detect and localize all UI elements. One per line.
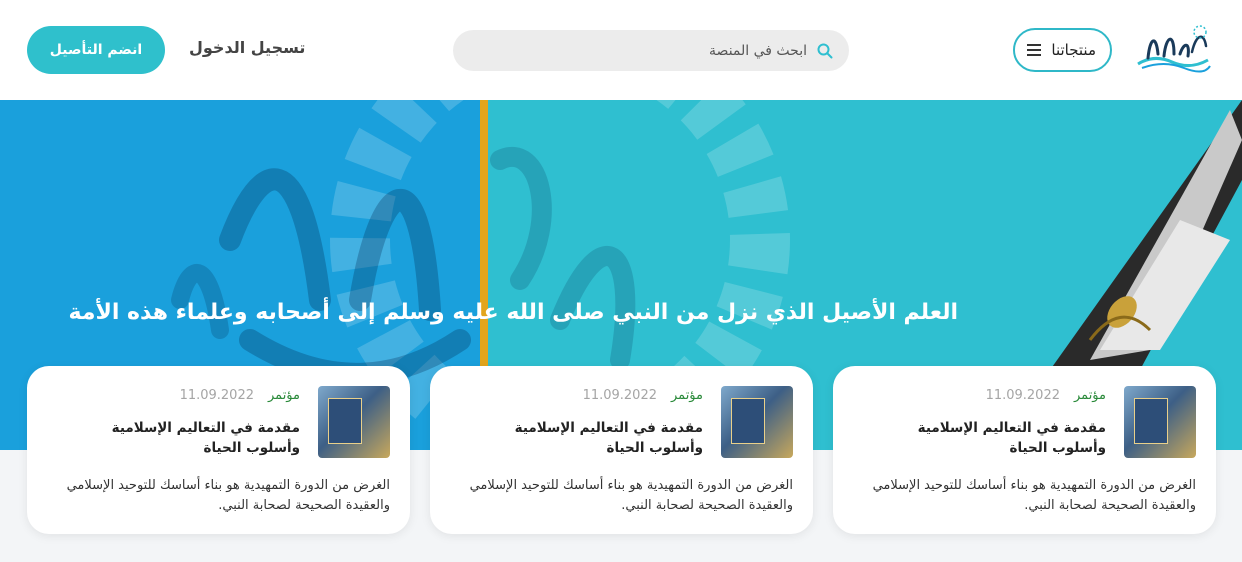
card-title[interactable]: مقدمة في التعاليم الإسلامية وأسلوب الحيا… [60, 418, 300, 458]
book-cover-icon [328, 398, 362, 444]
search-icon[interactable] [817, 43, 833, 59]
course-card[interactable]: مؤتمر 11.09.2022 مقدمة في التعاليم الإسل… [833, 366, 1216, 534]
card-description: الغرض من الدورة التمهيدية هو بناء أساسك … [66, 478, 390, 513]
products-menu-label: منتجاتنا [1051, 41, 1096, 59]
fountain-pen-image [1050, 100, 1242, 370]
card-date: 11.09.2022 [582, 388, 657, 403]
card-meta: مؤتمر 11.09.2022 [986, 388, 1106, 403]
card-meta: مؤتمر 11.09.2022 [180, 388, 300, 403]
card-meta: مؤتمر 11.09.2022 [583, 388, 703, 403]
course-card[interactable]: مؤتمر 11.09.2022 مقدمة في التعاليم الإسل… [430, 366, 813, 534]
calligraphy-logo-icon [1137, 25, 1211, 73]
card-date: 11.09.2022 [985, 388, 1060, 403]
card-tag[interactable]: مؤتمر [671, 388, 703, 403]
card-description: الغرض من الدورة التمهيدية هو بناء أساسك … [872, 478, 1196, 513]
hero-title: العلم الأصيل الذي نزل من النبي صلى الله … [68, 300, 958, 325]
card-title[interactable]: مقدمة في التعاليم الإسلامية وأسلوب الحيا… [463, 418, 703, 458]
site-logo[interactable] [1134, 24, 1212, 76]
course-thumbnail[interactable] [721, 386, 793, 458]
card-tag[interactable]: مؤتمر [268, 388, 300, 403]
card-title[interactable]: مقدمة في التعاليم الإسلامية وأسلوب الحيا… [866, 418, 1106, 458]
course-thumbnail[interactable] [318, 386, 390, 458]
search-bar[interactable] [453, 30, 849, 71]
card-description: الغرض من الدورة التمهيدية هو بناء أساسك … [469, 478, 793, 513]
book-cover-icon [1134, 398, 1168, 444]
site-header: منتجاتنا تسجيل الدخول انضم التأصيل [0, 0, 1242, 100]
card-date: 11.09.2022 [179, 388, 254, 403]
login-link[interactable]: تسجيل الدخول [189, 38, 305, 57]
book-cover-icon [731, 398, 765, 444]
course-card[interactable]: مؤتمر 11.09.2022 مقدمة في التعاليم الإسل… [27, 366, 410, 534]
join-button[interactable]: انضم التأصيل [27, 26, 165, 74]
course-thumbnail[interactable] [1124, 386, 1196, 458]
hero-divider [480, 100, 488, 370]
products-menu-button[interactable]: منتجاتنا [1013, 28, 1112, 72]
search-input[interactable] [469, 42, 807, 59]
hamburger-icon [1027, 44, 1042, 56]
card-tag[interactable]: مؤتمر [1074, 388, 1106, 403]
